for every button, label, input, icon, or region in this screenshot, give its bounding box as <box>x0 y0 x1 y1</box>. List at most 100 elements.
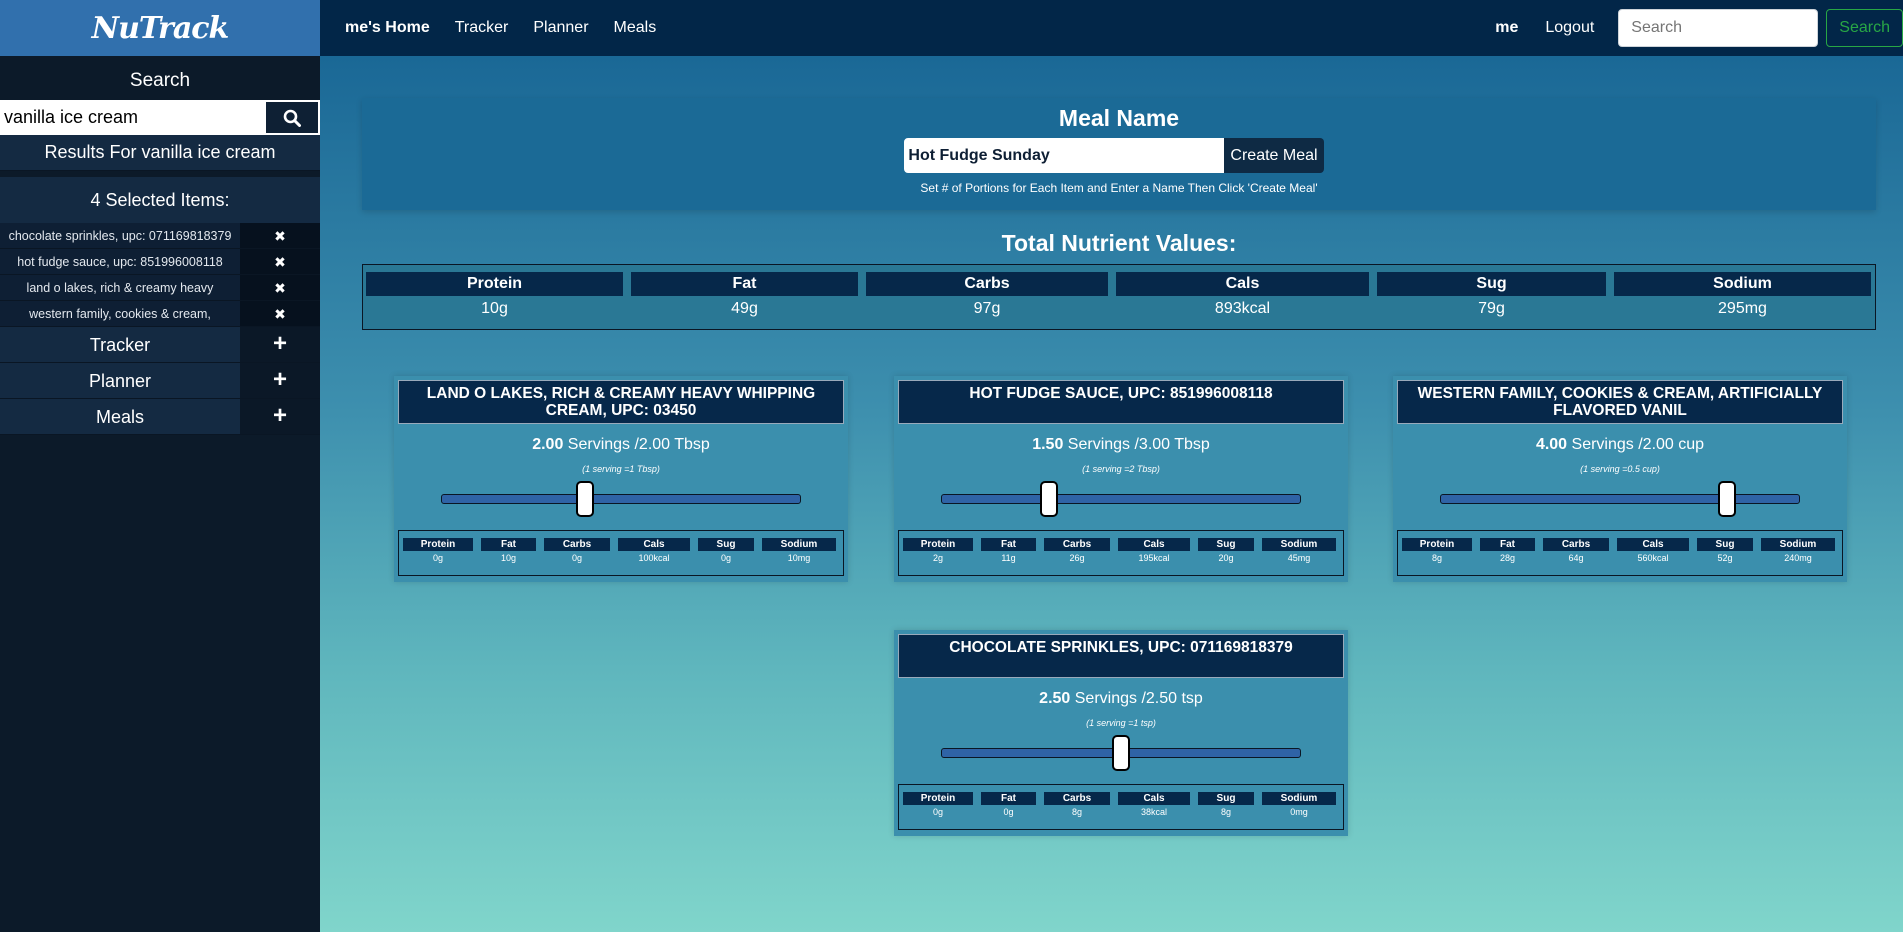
sidebar-item-tracker[interactable]: Tracker + <box>0 327 320 363</box>
selected-item-label: western family, cookies & cream, <box>29 307 211 321</box>
selected-item: western family, cookies & cream, ✖ <box>0 301 320 327</box>
nav-planner-link[interactable]: Planner <box>533 19 588 37</box>
table-cell: 0mg <box>1290 807 1308 817</box>
meal-hint: Set # of Portions for Each Item and Ente… <box>920 181 1318 195</box>
servings-count: 2.50 <box>1039 690 1071 707</box>
serving-conversion: (1 serving =0.5 cup) <box>1580 464 1660 474</box>
meal-name-row: Create Meal <box>352 138 1876 173</box>
table-header: Fat <box>981 792 1036 805</box>
servings-suffix: Servings /2.00 Tbsp <box>563 436 710 453</box>
item-nutrient-table: Protein 2g Fat 11g Carbs 26g Cals 195kcal Su… <box>898 530 1344 576</box>
nav-home-link[interactable]: me's Home <box>345 19 430 37</box>
table-header: Sug <box>1377 272 1606 296</box>
remove-icon[interactable]: ✖ <box>240 249 320 274</box>
servings-text: 4.00 Servings /2.00 cup <box>1393 436 1847 454</box>
nutrient-col-sug: Sug 0g <box>698 538 754 575</box>
item-nutrient-table: Protein 8g Fat 28g Carbs 64g Cals 560kcal Su… <box>1397 530 1843 576</box>
item-nutrient-table: Protein 0g Fat 10g Carbs 0g Cals 100kcal Sug… <box>398 530 844 576</box>
nutrient-col-sodium: Sodium 240mg <box>1761 538 1835 575</box>
servings-slider[interactable] <box>941 481 1301 517</box>
nutrient-col-protein: Protein 0g <box>403 538 473 575</box>
table-cell: 240mg <box>1784 553 1812 563</box>
sidebar-item-meals[interactable]: Meals + <box>0 399 320 435</box>
nutrient-col-cals: Cals 38kcal <box>1118 792 1190 829</box>
table-header: Sug <box>698 538 754 551</box>
food-item-card: LAND O LAKES, RICH & CREAMY HEAVY WHIPPI… <box>394 376 848 582</box>
table-header: Carbs <box>1543 538 1609 551</box>
servings-text: 2.50 Servings /2.50 tsp <box>894 690 1348 708</box>
slider-thumb[interactable] <box>1112 735 1130 771</box>
nutrient-col-cals: Cals 100kcal <box>618 538 690 575</box>
slider-thumb[interactable] <box>576 481 595 517</box>
nutrient-col-fat: Fat 28g <box>1480 538 1535 575</box>
table-cell: 893kcal <box>1214 300 1271 317</box>
sidebar-search-input[interactable] <box>0 100 264 135</box>
servings-suffix: Servings /2.50 tsp <box>1070 690 1203 707</box>
table-header: Fat <box>981 538 1036 551</box>
nav-meals-link[interactable]: Meals <box>614 19 657 37</box>
nav-tracker-link[interactable]: Tracker <box>455 19 509 37</box>
sidebar-search-button[interactable] <box>264 100 320 135</box>
total-col-fat: Fat 49g <box>631 272 858 329</box>
selected-items-list: chocolate sprinkles, upc: 071169818379 ✖… <box>0 223 320 327</box>
selected-item: land o lakes, rich & creamy heavy ✖ <box>0 275 320 301</box>
total-col-carbs: Carbs 97g <box>866 272 1108 329</box>
nutrient-col-protein: Protein 8g <box>1402 538 1472 575</box>
food-item-title: WESTERN FAMILY, COOKIES & CREAM, ARTIFIC… <box>1397 380 1843 424</box>
nutrient-col-protein: Protein 2g <box>903 538 973 575</box>
table-header: Sug <box>1697 538 1753 551</box>
total-nutrients-title: Total Nutrient Values: <box>1001 230 1237 256</box>
table-header: Protein <box>903 538 973 551</box>
table-cell: 8g <box>1071 807 1082 817</box>
plus-icon[interactable]: + <box>240 399 320 434</box>
servings-suffix: Servings /2.00 cup <box>1567 436 1705 453</box>
table-cell: 11g <box>1001 553 1016 563</box>
table-cell: 195kcal <box>1138 553 1170 563</box>
food-item-title: HOT FUDGE SAUCE, UPC: 851996008118 <box>898 380 1344 424</box>
sidebar: NuTrack Search Results For vanilla ice c… <box>0 0 320 932</box>
plus-icon[interactable]: + <box>240 327 320 362</box>
table-header: Carbs <box>1044 792 1110 805</box>
selected-item: hot fudge sauce, upc: 851996008118 ✖ <box>0 249 320 275</box>
table-header: Carbs <box>544 538 610 551</box>
table-cell: 10g <box>500 553 517 563</box>
remove-icon[interactable]: ✖ <box>240 223 320 248</box>
remove-icon[interactable]: ✖ <box>240 275 320 300</box>
table-cell: 64g <box>1568 553 1584 563</box>
table-header: Protein <box>366 272 623 296</box>
servings-text: 2.00 Servings /2.00 Tbsp <box>394 436 848 454</box>
total-col-protein: Protein 10g <box>366 272 623 329</box>
brand-logo[interactable]: NuTrack <box>0 0 320 56</box>
selected-item: chocolate sprinkles, upc: 071169818379 ✖ <box>0 223 320 249</box>
table-cell: 0g <box>1003 807 1014 817</box>
search-input[interactable] <box>1618 9 1819 47</box>
total-nutrients-table: Protein 10g Fat 49g Carbs 97g Cals 893kcal S… <box>362 264 1876 330</box>
sidebar-item-planner[interactable]: Planner + <box>0 363 320 399</box>
slider-thumb[interactable] <box>1040 481 1059 517</box>
sidebar-item-label[interactable]: Planner <box>0 363 240 398</box>
nutrient-col-cals: Cals 195kcal <box>1118 538 1190 575</box>
servings-slider[interactable] <box>441 481 801 517</box>
table-cell: 45mg <box>1287 553 1311 563</box>
sidebar-item-label[interactable]: Tracker <box>0 327 240 362</box>
nutrient-col-fat: Fat 0g <box>981 792 1036 829</box>
logout-link[interactable]: Logout <box>1545 19 1594 37</box>
table-cell: 28g <box>1499 553 1516 563</box>
sidebar-item-label[interactable]: Meals <box>0 399 240 434</box>
slider-thumb[interactable] <box>1718 481 1737 517</box>
search-button[interactable]: Search <box>1826 9 1903 47</box>
brand-name[interactable]: NuTrack <box>92 11 230 46</box>
plus-icon[interactable]: + <box>240 363 320 398</box>
table-header: Cals <box>1116 272 1369 296</box>
user-link[interactable]: me <box>1495 19 1518 37</box>
meal-name-title: Meal Name <box>1058 105 1180 131</box>
servings-slider[interactable] <box>941 735 1301 771</box>
total-col-sodium: Sodium 295mg <box>1614 272 1871 329</box>
table-header: Sodium <box>1262 538 1336 551</box>
meal-name-input[interactable] <box>904 138 1225 173</box>
table-header: Sodium <box>762 538 836 551</box>
create-meal-button[interactable]: Create Meal <box>1224 138 1324 173</box>
top-navbar: me's Home Tracker Planner Meals me Logou… <box>320 0 1903 56</box>
servings-slider[interactable] <box>1440 481 1800 517</box>
remove-icon[interactable]: ✖ <box>240 301 320 326</box>
